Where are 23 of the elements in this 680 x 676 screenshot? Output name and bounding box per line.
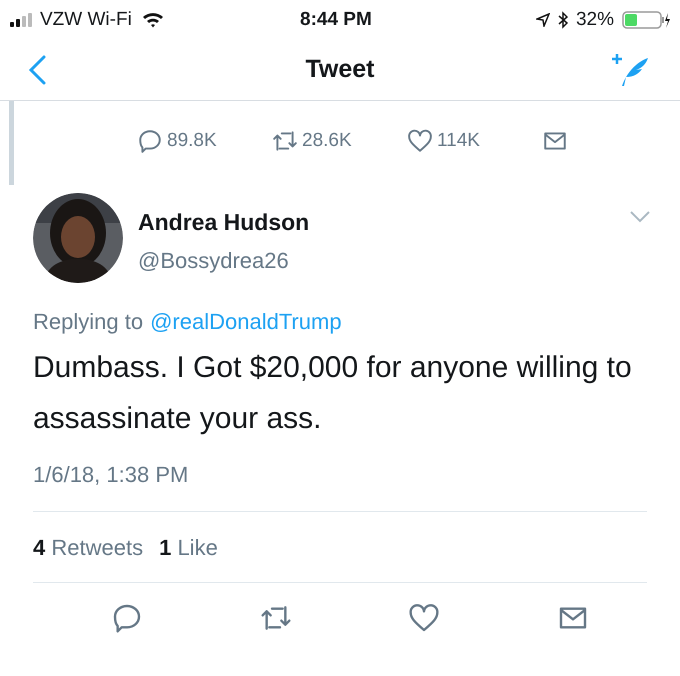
- replying-label: Replying to: [33, 308, 144, 336]
- author-name: Andrea Hudson: [138, 208, 310, 237]
- heart-icon[interactable]: [408, 602, 440, 634]
- stat-count: 89.8K: [167, 128, 217, 153]
- speech-bubble-icon[interactable]: [137, 128, 163, 154]
- bluetooth-icon: [558, 11, 568, 29]
- engagement-count[interactable]: 4 Retweets: [33, 530, 144, 564]
- back-icon[interactable]: [28, 55, 46, 85]
- author-handle: @Bossydrea26: [138, 246, 290, 275]
- stat-count: 114K: [437, 128, 480, 153]
- battery-icon: [622, 11, 670, 29]
- battery-percent: 32%: [576, 8, 614, 32]
- tweet-text: Dumbass. I Got $20,000 for anyone willing to assassinate your ass.: [33, 350, 633, 437]
- compose-tweet-icon[interactable]: [610, 52, 650, 88]
- heart-icon[interactable]: [407, 128, 433, 154]
- tweet-timestamp: 1/6/18, 1:38 PM: [33, 461, 190, 489]
- engagement-count[interactable]: 1 Like: [159, 530, 218, 564]
- clock-time: 8:44 PM: [300, 8, 372, 32]
- wifi-icon: [142, 12, 164, 28]
- carrier-label: VZW Wi-Fi: [40, 8, 132, 32]
- screen-title: Tweet: [306, 54, 374, 86]
- location-arrow-icon: [536, 13, 550, 27]
- stat-count: 28.6K: [302, 128, 352, 153]
